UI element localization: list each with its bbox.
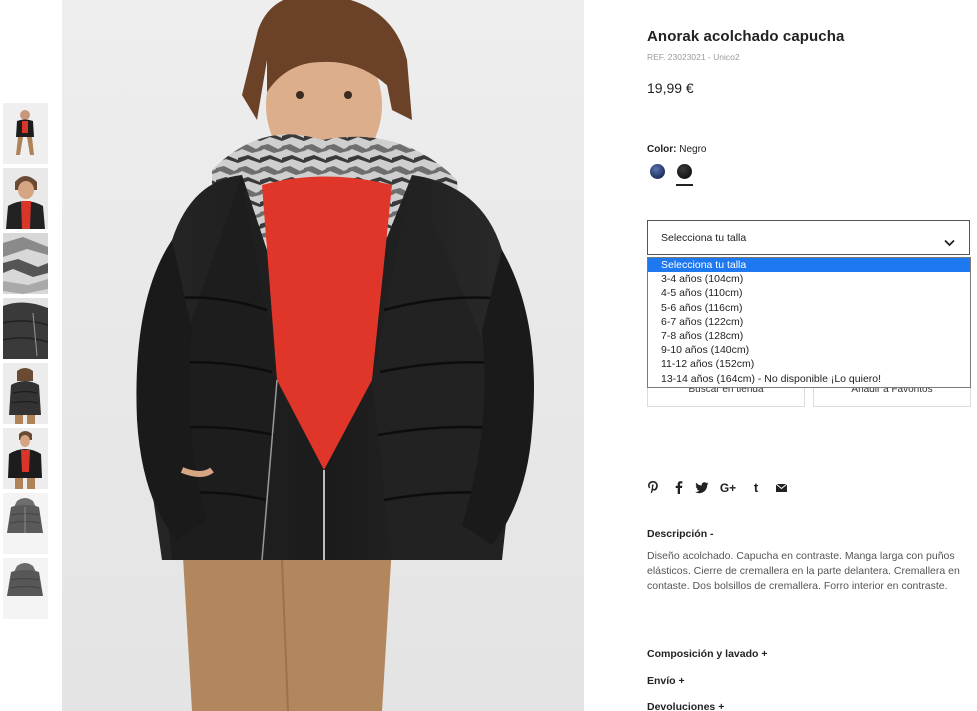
thumbnail-image [3, 168, 48, 229]
thumbnail-image [3, 428, 48, 489]
tumblr-icon[interactable]: t [752, 480, 760, 496]
twitter-icon[interactable] [695, 480, 709, 496]
color-value: Negro [679, 144, 707, 155]
description-toggle[interactable]: Descripción - [647, 528, 714, 540]
thumbnail-7[interactable] [3, 493, 48, 554]
thumbnail-8[interactable] [3, 558, 48, 619]
boy-anorak-illustration [136, 0, 534, 711]
color-label-row: Color: Negro [647, 144, 706, 155]
thumbnail-4[interactable] [3, 298, 48, 359]
product-price: 19,99 € [647, 80, 694, 96]
returns-toggle[interactable]: Devoluciones + [647, 701, 724, 711]
shipping-toggle[interactable]: Envío + [647, 675, 685, 687]
swatch-black[interactable] [677, 164, 692, 179]
composition-toggle[interactable]: Composición y lavado + [647, 648, 768, 660]
pinterest-icon[interactable] [647, 480, 659, 496]
thumbnail-image [3, 493, 48, 554]
size-option[interactable]: 9-10 años (140cm) [648, 343, 970, 357]
thumbnail-image [3, 363, 48, 424]
size-option[interactable]: 3-4 años (104cm) [648, 272, 970, 286]
size-option[interactable]: 6-7 años (122cm) [648, 315, 970, 329]
size-select[interactable]: Selecciona tu talla [647, 220, 970, 255]
size-option[interactable]: 7-8 años (128cm) [648, 329, 970, 343]
thumbnail-6[interactable] [3, 428, 48, 489]
thumbnail-1[interactable] [3, 103, 48, 164]
google-plus-icon[interactable]: G+ [719, 480, 737, 496]
thumbnail-image [3, 558, 48, 619]
size-option[interactable]: 13-14 años (164cm) - No disponible ¡Lo q… [648, 372, 970, 386]
thumbnail-image [3, 298, 48, 359]
chevron-down-icon [944, 234, 955, 252]
main-product-image[interactable] [62, 0, 584, 711]
thumbnail-image [3, 233, 48, 294]
color-label: Color: [647, 144, 677, 155]
email-icon[interactable] [775, 480, 787, 496]
size-option[interactable]: 11-12 años (152cm) [648, 357, 970, 371]
thumbnail-3[interactable] [3, 233, 48, 294]
color-swatches [650, 163, 710, 187]
thumbnail-image [3, 103, 48, 164]
product-title: Anorak acolchado capucha [647, 28, 845, 45]
size-select-value: Selecciona tu talla [661, 232, 747, 244]
size-option[interactable]: 4-5 años (110cm) [648, 286, 970, 300]
thumbnail-5[interactable] [3, 363, 48, 424]
swatch-navy[interactable] [650, 164, 665, 179]
product-reference: REF. 23023021 - Unico2 [647, 52, 740, 62]
selected-swatch-indicator [676, 184, 693, 186]
thumbnail-2[interactable] [3, 168, 48, 229]
size-option[interactable]: Selecciona tu talla [648, 258, 970, 273]
description-text: Diseño acolchado. Capucha en contraste. … [647, 550, 960, 593]
social-share: G+ t [647, 480, 807, 498]
size-option[interactable]: 5-6 años (116cm) [648, 301, 970, 315]
facebook-icon[interactable] [673, 480, 683, 496]
size-dropdown-list: Selecciona tu talla 3-4 años (104cm) 4-5… [647, 257, 971, 388]
thumbnail-list [3, 103, 48, 623]
